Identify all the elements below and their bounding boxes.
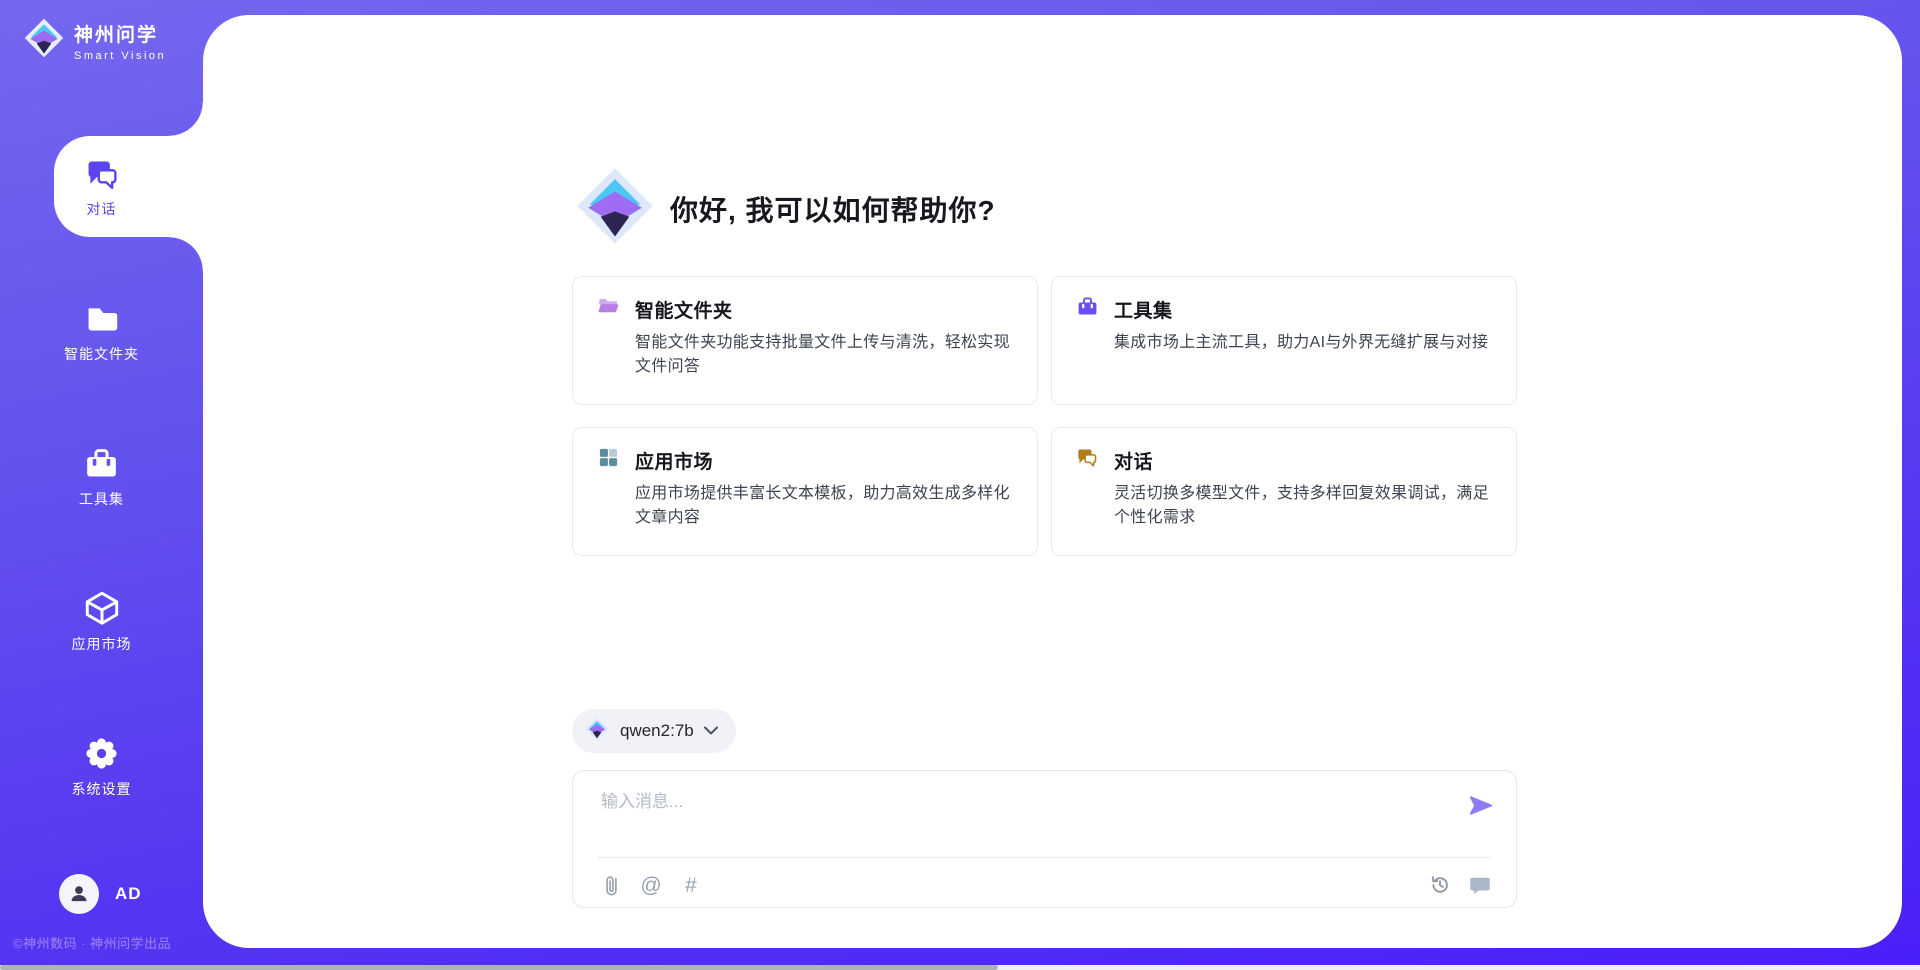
- user-initials: AD: [115, 884, 142, 904]
- app-logo: 神州问学 Smart Vision: [22, 16, 166, 65]
- sidebar-item-label: 应用市场: [72, 634, 132, 654]
- sidebar-item-chat[interactable]: 对话: [0, 136, 203, 237]
- scrollbar-thumb[interactable]: [0, 965, 998, 970]
- card-description: 应用市场提供丰富长文本模板，助力高效生成多样化文章内容: [635, 482, 1013, 530]
- folder-open-icon: [597, 295, 620, 323]
- card-description: 集成市场上主流工具，助力AI与外界无缝扩展与对接: [1114, 331, 1492, 355]
- card-toolbox[interactable]: 工具集 集成市场上主流工具，助力AI与外界无缝扩展与对接: [1051, 276, 1517, 405]
- sidebar-item-toolbox[interactable]: 工具集: [0, 426, 203, 527]
- gear-icon: [83, 734, 120, 772]
- card-title: 工具集: [1114, 296, 1173, 323]
- chat-bubbles-icon: [83, 154, 120, 192]
- chat-bubble-icon[interactable]: [1468, 873, 1492, 897]
- paperclip-icon[interactable]: [599, 873, 623, 897]
- sidebar-item-smart-folder[interactable]: 智能文件夹: [0, 281, 203, 382]
- message-input[interactable]: [601, 787, 1461, 845]
- card-title: 智能文件夹: [635, 296, 733, 323]
- logo-subtitle: Smart Vision: [74, 50, 166, 62]
- history-icon[interactable]: [1428, 873, 1452, 897]
- message-composer: @ #: [572, 770, 1517, 908]
- card-app-market[interactable]: 应用市场 应用市场提供丰富长文本模板，助力高效生成多样化文章内容: [572, 427, 1038, 556]
- gem-logo-icon: [584, 716, 610, 747]
- gem-logo-icon: [572, 163, 658, 254]
- sidebar-item-label: 系统设置: [72, 779, 132, 799]
- hash-icon[interactable]: #: [679, 873, 703, 897]
- card-title: 对话: [1114, 447, 1153, 474]
- gem-logo-icon: [22, 16, 66, 65]
- sidebar-nav: 对话 智能文件夹: [0, 136, 203, 817]
- main-content: 你好, 我可以如何帮助你? 智能文件夹 智能文件夹功能支持批量文件上传与清洗，轻…: [203, 15, 1902, 948]
- user-profile[interactable]: AD: [59, 874, 142, 914]
- composer-toolbar: @ #: [599, 868, 1492, 902]
- send-icon[interactable]: [1466, 791, 1494, 819]
- sidebar-item-settings[interactable]: 系统设置: [0, 716, 203, 817]
- chevron-down-icon: [704, 722, 718, 740]
- horizontal-scrollbar: [0, 965, 1920, 970]
- shortcut-cards: 智能文件夹 智能文件夹功能支持批量文件上传与清洗，轻松实现文件问答 工具集: [572, 276, 1517, 556]
- copyright-text: ©神州数码 · 神州问学出品: [13, 933, 171, 952]
- model-name: qwen2:7b: [620, 721, 694, 741]
- composer-divider: [597, 857, 1492, 858]
- active-pill: [54, 136, 203, 237]
- card-description: 灵活切换多模型文件，支持多样回复效果调试，满足个性化需求: [1114, 482, 1492, 530]
- sidebar-item-label: 对话: [87, 199, 117, 219]
- cube-icon: [83, 589, 121, 627]
- sidebar-item-app-market[interactable]: 应用市场: [0, 571, 203, 672]
- card-smart-folder[interactable]: 智能文件夹 智能文件夹功能支持批量文件上传与清洗，轻松实现文件问答: [572, 276, 1038, 405]
- sidebar: 神州问学 Smart Vision 对话 智能文件夹: [0, 0, 203, 970]
- sidebar-item-label: 智能文件夹: [64, 344, 139, 364]
- avatar: [59, 874, 99, 914]
- model-selector[interactable]: qwen2:7b: [572, 709, 736, 753]
- mention-icon[interactable]: @: [639, 873, 663, 897]
- sidebar-item-label: 工具集: [79, 489, 124, 509]
- welcome-header: 你好, 我可以如何帮助你?: [572, 163, 996, 254]
- logo-title: 神州问学: [74, 20, 166, 47]
- card-description: 智能文件夹功能支持批量文件上传与清洗，轻松实现文件问答: [635, 331, 1013, 379]
- card-title: 应用市场: [635, 447, 713, 474]
- greeting-title: 你好, 我可以如何帮助你?: [670, 189, 996, 229]
- toolbox-icon: [1076, 295, 1099, 323]
- folder-icon: [83, 299, 120, 337]
- grid-icon: [597, 446, 620, 474]
- person-icon: [66, 881, 92, 907]
- card-chat[interactable]: 对话 灵活切换多模型文件，支持多样回复效果调试，满足个性化需求: [1051, 427, 1517, 556]
- toolbox-icon: [83, 444, 120, 482]
- chat-bubbles-icon: [1076, 446, 1099, 474]
